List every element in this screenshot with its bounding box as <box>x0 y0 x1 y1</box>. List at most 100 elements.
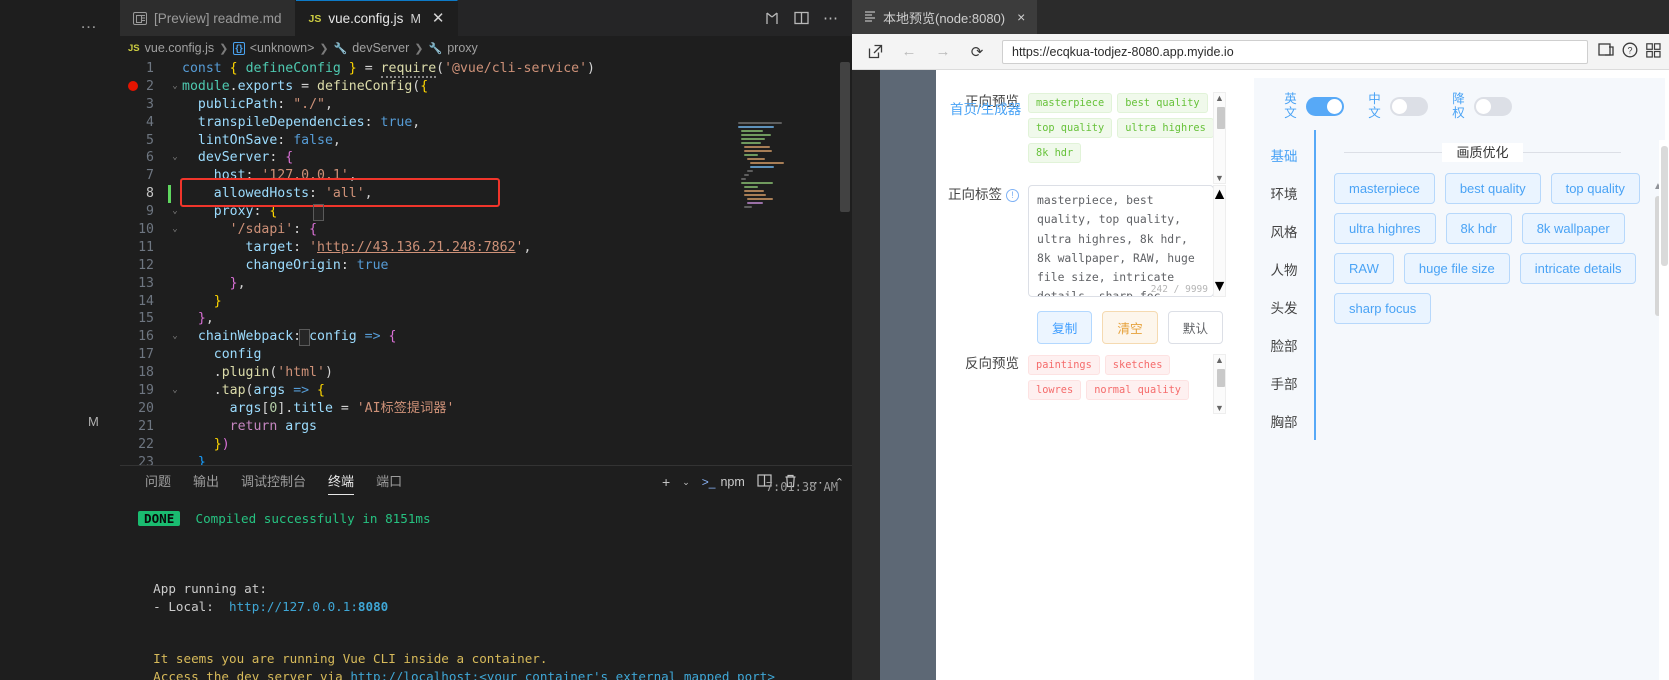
panel-tab-output[interactable]: 输出 <box>182 466 230 498</box>
tag-button[interactable]: 8k hdr <box>1445 213 1512 244</box>
editor-scrollbar[interactable] <box>838 60 852 465</box>
negative-preview-scrollbar[interactable]: ▲ ▼ <box>1213 354 1226 414</box>
more-actions-icon[interactable]: … <box>80 14 98 31</box>
grid-icon[interactable] <box>1646 42 1661 61</box>
breadcrumb-item-file[interactable]: vue.config.js <box>145 41 214 55</box>
browser-tab-local-preview[interactable]: 本地预览(node:8080) × <box>852 0 1038 34</box>
default-button[interactable]: 默认 <box>1167 311 1224 344</box>
chevron-up-icon[interactable]: ▲ <box>1212 186 1228 204</box>
chip[interactable]: 8k hdr <box>1028 143 1082 163</box>
scrollbar-thumb[interactable] <box>1216 107 1225 129</box>
tag-button[interactable]: best quality <box>1444 173 1541 204</box>
textarea-scrollbar[interactable]: ▲ ▼ <box>1212 185 1228 297</box>
tag-button[interactable]: 8k wallpaper <box>1521 213 1625 244</box>
chip[interactable]: masterpiece <box>1028 93 1113 113</box>
tag-category-character[interactable]: 人物 <box>1254 250 1314 288</box>
line-number: 10 <box>138 222 154 238</box>
chevron-down-icon[interactable]: ▼ <box>1212 278 1228 296</box>
chip[interactable]: ultra highres <box>1117 118 1214 138</box>
breakpoint-icon[interactable] <box>128 81 138 91</box>
clear-button[interactable]: 清空 <box>1102 311 1158 344</box>
fold-toggle[interactable]: ⌄ <box>168 328 182 346</box>
panel-tab-problems[interactable]: 问题 <box>134 466 182 498</box>
chevron-up-icon[interactable]: ▲ <box>1215 93 1224 103</box>
chip[interactable]: top quality <box>1028 118 1113 138</box>
positive-preview-scrollbar[interactable]: ▲ ▼ <box>1213 92 1226 184</box>
tag-category-hair[interactable]: 头发 <box>1254 288 1314 326</box>
tag-category-list: 基础 环境 风格 人物 头发 脸部 手部 胸部 <box>1254 130 1316 440</box>
fold-toggle[interactable]: ⌄ <box>168 221 182 239</box>
fold-toggle[interactable]: ⌄ <box>168 382 182 400</box>
chip[interactable]: paintings <box>1028 355 1100 375</box>
chevron-down-icon[interactable]: ▼ <box>1215 173 1224 183</box>
back-button[interactable]: ← <box>894 39 924 65</box>
breadcrumb-item-proxy[interactable]: proxy <box>447 41 478 55</box>
open-in-browser-icon[interactable] <box>1598 42 1614 61</box>
breadcrumb-item-devserver[interactable]: devServer <box>352 41 409 55</box>
tag-category-basic[interactable]: 基础 <box>1254 136 1314 174</box>
more-actions-icon[interactable]: ⋯ <box>823 9 838 27</box>
fold-toggle[interactable] <box>168 60 182 78</box>
editor-scrollbar-thumb[interactable] <box>840 62 850 212</box>
tag-button[interactable]: RAW <box>1334 253 1394 284</box>
toggle-deweight[interactable] <box>1474 96 1512 116</box>
breadcrumb-home-generator[interactable]: 首页/生成器 <box>950 98 1021 118</box>
scrollbar-thumb[interactable] <box>1216 369 1225 387</box>
chevron-up-icon[interactable]: ▲ <box>1215 355 1224 365</box>
tag-button[interactable]: sharp focus <box>1334 293 1432 324</box>
positive-tags-field[interactable]: masterpiece, best quality, top quality, … <box>1028 185 1228 297</box>
code-editor[interactable]: 1 const { defineConfig } = require('@vue/… <box>120 60 852 465</box>
code-line: 12 changeOrigin: true <box>120 257 595 275</box>
screen-root: … M [Preview] readme.md JS vue.config.js… <box>0 0 1669 680</box>
new-terminal-icon[interactable]: + <box>662 474 670 490</box>
chip[interactable]: lowres <box>1028 380 1082 400</box>
local-url[interactable]: http://127.0.0.1: <box>229 599 358 614</box>
tag-button[interactable]: ultra highres <box>1334 213 1436 244</box>
tab-vue-config[interactable]: JS vue.config.js M ✕ <box>295 0 459 36</box>
tag-category-chest[interactable]: 胸部 <box>1254 402 1314 440</box>
page-scrollbar[interactable] <box>1659 140 1669 680</box>
panel-tab-debug-console[interactable]: 调试控制台 <box>230 466 317 498</box>
info-icon[interactable]: ! <box>1006 188 1019 202</box>
fold-toggle[interactable]: ⌄ <box>168 149 182 167</box>
panel-tab-terminal[interactable]: 终端 <box>317 466 365 498</box>
chip[interactable]: normal quality <box>1086 380 1189 400</box>
minimap[interactable] <box>738 122 800 210</box>
tag-button[interactable]: huge file size <box>1403 253 1510 284</box>
tag-category-style[interactable]: 风格 <box>1254 212 1314 250</box>
terminal-shell-chip[interactable]: >_ npm <box>702 475 745 489</box>
split-editor-icon[interactable] <box>794 11 809 25</box>
tag-button[interactable]: masterpiece <box>1334 173 1435 204</box>
reload-button[interactable]: ⟳ <box>962 39 992 65</box>
forward-button[interactable]: → <box>928 39 958 65</box>
terminal-output[interactable]: DONE Compiled successfully in 8151ms App… <box>120 498 852 680</box>
breadcrumb-item-unknown[interactable]: <unknown> <box>250 41 315 55</box>
tag-category-face[interactable]: 脸部 <box>1254 326 1314 364</box>
copy-button[interactable]: 复制 <box>1037 311 1093 344</box>
tab-readme-preview[interactable]: [Preview] readme.md <box>120 0 296 36</box>
address-bar[interactable]: https://ecqkua-todjez-8080.app.myide.io <box>1002 39 1588 64</box>
line-number: 5 <box>146 132 154 148</box>
tag-button-grid: masterpiece best quality top quality ult… <box>1334 173 1665 324</box>
source-control-split-icon[interactable] <box>764 11 780 26</box>
chip[interactable]: sketches <box>1104 355 1171 375</box>
fold-toggle[interactable]: ⌄ <box>168 78 182 96</box>
tag-button[interactable]: intricate details <box>1519 253 1637 284</box>
page-scrollbar-thumb[interactable] <box>1661 146 1668 266</box>
help-icon[interactable]: ? <box>1622 42 1638 62</box>
chevron-down-icon[interactable]: ▼ <box>1215 403 1224 413</box>
tag-button[interactable]: top quality <box>1550 173 1640 204</box>
toggle-group-chinese: 中文 <box>1368 92 1428 120</box>
chevron-down-icon[interactable]: ⌄ <box>682 477 690 488</box>
tag-category-hands[interactable]: 手部 <box>1254 364 1314 402</box>
close-icon[interactable]: × <box>1017 9 1025 25</box>
tag-category-environment[interactable]: 环境 <box>1254 174 1314 212</box>
positive-tags-textarea[interactable]: masterpiece, best quality, top quality, … <box>1028 185 1214 297</box>
chip[interactable]: best quality <box>1117 93 1208 113</box>
fold-toggle[interactable]: ⌄ <box>168 203 182 221</box>
toggle-chinese[interactable] <box>1390 96 1428 116</box>
toggle-english[interactable] <box>1306 96 1344 116</box>
close-icon[interactable]: ✕ <box>432 11 445 26</box>
open-external-icon[interactable] <box>860 39 890 65</box>
panel-tab-ports[interactable]: 端口 <box>365 466 413 498</box>
